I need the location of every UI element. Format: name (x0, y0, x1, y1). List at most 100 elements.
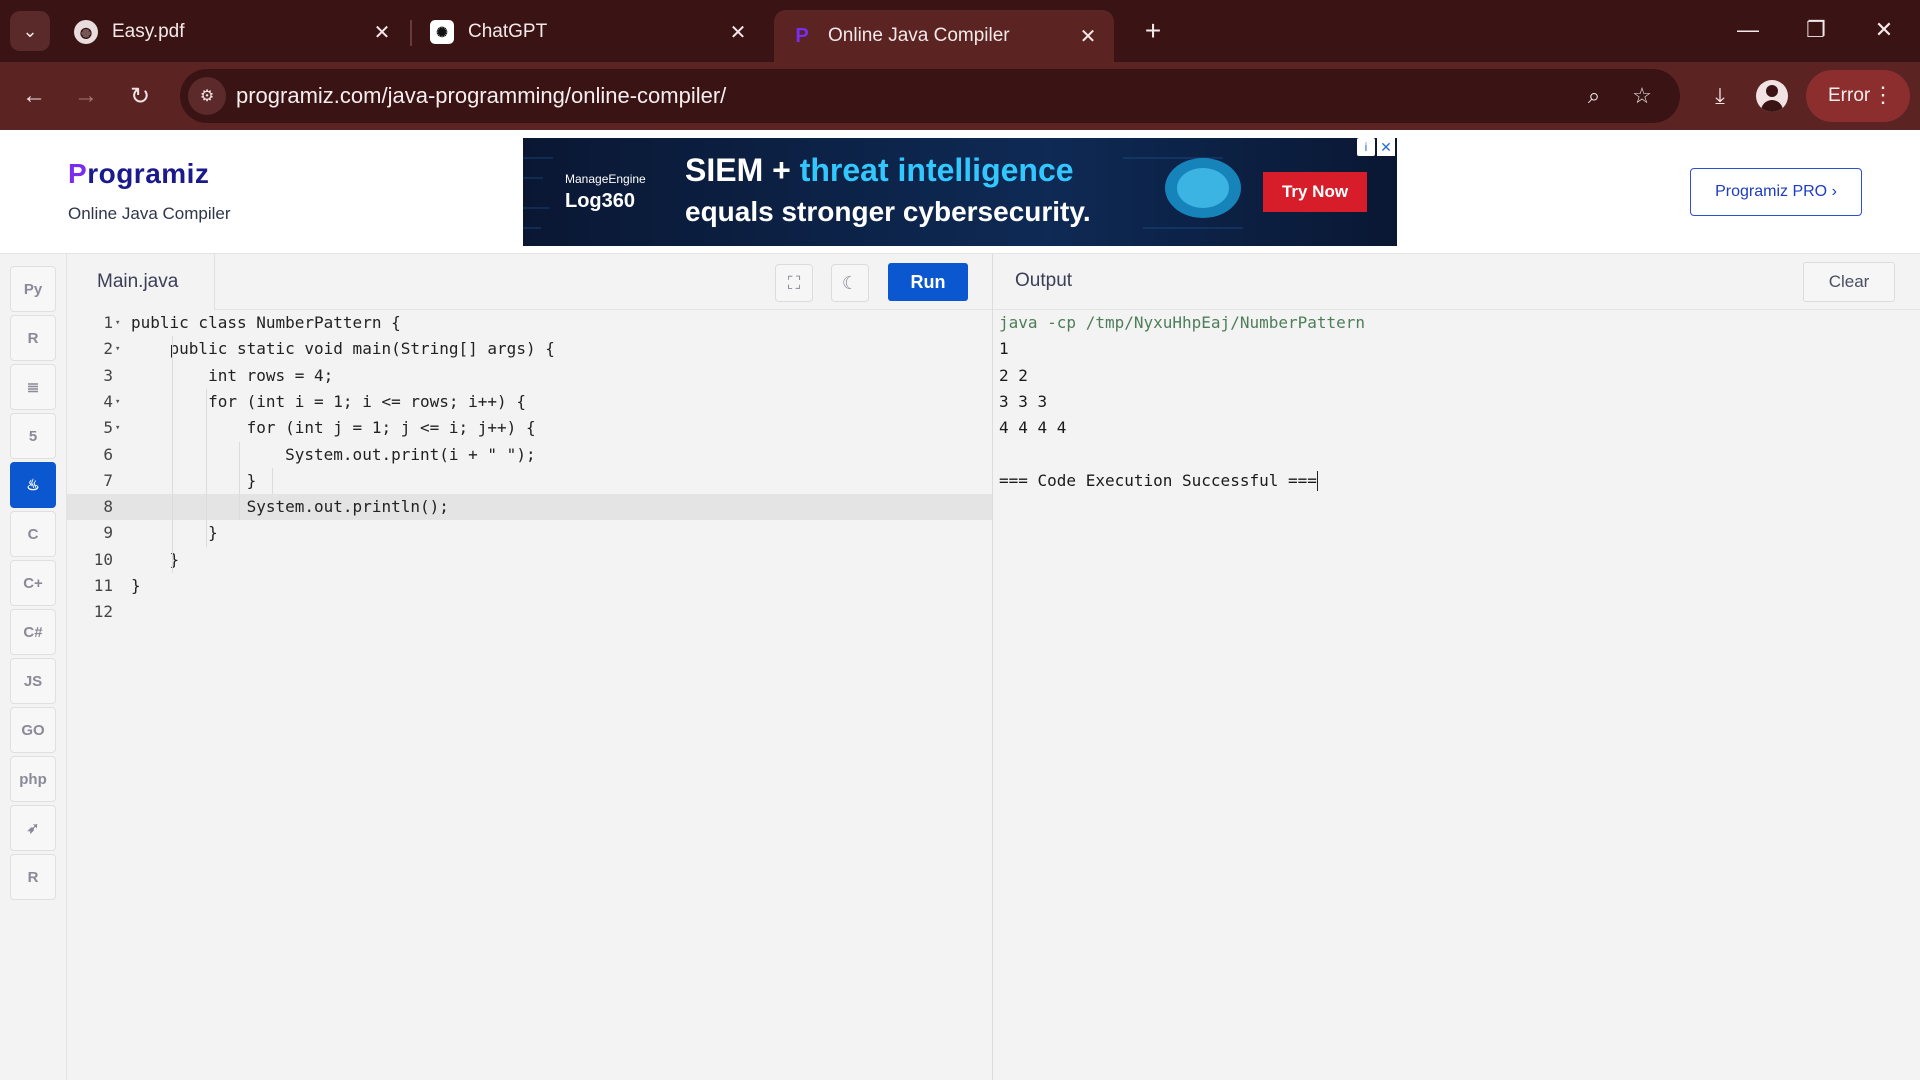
file-tab-main-java[interactable]: Main.java (67, 254, 215, 310)
line-number: 12 (93, 602, 113, 622)
cpp-language-icon[interactable]: C+ (10, 560, 56, 606)
programiz-icon: P (795, 24, 809, 47)
close-tab-icon[interactable]: ✕ (724, 18, 752, 46)
site-header: Programiz Online Java Compiler ManageEng… (0, 130, 1920, 254)
line-number: 4 (103, 391, 113, 411)
programiz-logo[interactable]: Programiz (68, 158, 209, 190)
close-window-icon[interactable]: ✕ (1862, 12, 1906, 48)
menu-kebab-icon: ⋮ (1872, 82, 1894, 107)
page-subtitle: Online Java Compiler (68, 204, 231, 223)
bookmark-star-icon[interactable]: ☆ (1626, 80, 1658, 112)
output-line: 1 (999, 339, 1009, 359)
line-number: 3 (103, 365, 113, 385)
go-language-icon[interactable]: GO (10, 707, 56, 753)
output-console[interactable]: java -cp /tmp/NyxuHhpEaj/NumberPattern 1… (993, 310, 1920, 1080)
code-line[interactable]: 10 } (67, 547, 992, 573)
run-button[interactable]: Run (888, 263, 968, 301)
code-text: public class NumberPattern { (131, 313, 401, 332)
line-number: 8 (103, 497, 113, 517)
browser-tab-strip: ⌄ ◍ Easy.pdf ✕ ✺ ChatGPT ✕ P Online Java… (0, 0, 1920, 62)
restore-icon[interactable]: ❐ (1794, 12, 1838, 48)
ad-brand: ManageEngine (565, 172, 646, 186)
tab-title: Online Java Compiler (828, 25, 1010, 46)
ad-try-now-button[interactable]: Try Now (1263, 172, 1367, 212)
new-tab-button[interactable]: + (1136, 14, 1170, 48)
fold-arrow-icon[interactable]: ▾ (115, 310, 125, 336)
code-line[interactable]: 3 int rows = 4; (67, 363, 992, 389)
ad-close-icon[interactable]: ✕ (1377, 138, 1395, 156)
code-text: System.out.print(i + " "); (131, 444, 536, 464)
code-text: } (131, 576, 141, 595)
code-text: } (131, 470, 257, 490)
ad-info-icon[interactable]: i (1357, 138, 1375, 156)
code-text: public static void main(String[] args) { (131, 339, 555, 359)
browser-tab-chatgpt[interactable]: ✺ ChatGPT ✕ (414, 10, 764, 54)
code-line[interactable]: 12 (67, 599, 992, 625)
fold-arrow-icon[interactable]: ▾ (115, 389, 125, 415)
ad-banner[interactable]: ManageEngine Log360 SIEM + threat intell… (523, 138, 1397, 246)
programiz-pro-button[interactable]: Programiz PRO › (1690, 168, 1862, 216)
tab-search-dropdown-icon[interactable]: ⌄ (10, 11, 50, 51)
html-language-icon[interactable]: 5 (10, 413, 56, 459)
profile-error-button[interactable]: Error ⋮ (1806, 70, 1910, 122)
globe-icon: ◍ (74, 20, 98, 44)
line-number: 2 (103, 339, 113, 359)
tab-title: ChatGPT (468, 21, 548, 42)
output-line: 3 3 3 (999, 391, 1048, 411)
fold-arrow-icon[interactable]: ▾ (115, 415, 125, 441)
indent-guide (206, 388, 207, 547)
site-settings-icon[interactable]: ⚙ (188, 77, 226, 115)
line-number: 9 (103, 523, 113, 543)
close-tab-icon[interactable]: ✕ (368, 18, 396, 46)
ad-product: Log360 (565, 190, 636, 212)
download-icon[interactable]: ⤓ (1700, 76, 1740, 116)
line-number: 5 (103, 418, 113, 438)
browser-tab-easy-pdf[interactable]: ◍ Easy.pdf ✕ (58, 10, 408, 54)
browser-tab-online-java-compiler[interactable]: P Online Java Compiler ✕ (774, 10, 1114, 62)
line-number: 10 (93, 549, 113, 569)
tab-separator (410, 20, 412, 46)
code-line[interactable]: 1 ▾ public class NumberPattern { (67, 310, 992, 336)
php-language-icon[interactable]: php (10, 756, 56, 802)
code-text: System.out.println(); (131, 497, 449, 517)
text-cursor (1316, 471, 1318, 492)
clear-button[interactable]: Clear (1803, 262, 1895, 302)
url-text[interactable]: programiz.com/java-programming/online-co… (236, 83, 726, 109)
minimize-icon[interactable]: — (1726, 12, 1770, 48)
dark-mode-moon-icon[interactable]: ☾ (831, 264, 869, 302)
rust-language-icon[interactable]: R (10, 854, 56, 900)
line-number: 1 (103, 313, 113, 332)
swift-language-icon[interactable]: ➶ (10, 805, 56, 851)
line-number: 11 (93, 576, 113, 595)
javascript-language-icon[interactable]: JS (10, 658, 56, 704)
profile-error-label: Error (1828, 85, 1871, 106)
forward-icon[interactable]: → (66, 76, 106, 116)
output-command: java -cp /tmp/NyxuHhpEaj/NumberPattern (999, 313, 1366, 332)
code-line[interactable]: 11} (67, 573, 992, 599)
line-number: 7 (103, 470, 113, 490)
code-line[interactable]: 2 ▾ public static void main(String[] args… (67, 336, 992, 362)
back-icon[interactable]: ← (14, 76, 54, 116)
fullscreen-icon[interactable]: ⛶ (775, 264, 813, 302)
code-editor[interactable]: 1 ▾ public class NumberPattern {2 ▾ public … (67, 310, 992, 1080)
sql-language-icon[interactable]: ≣ (10, 364, 56, 410)
java-language-icon[interactable]: ♨ (10, 462, 56, 508)
profile-avatar-icon[interactable] (1756, 80, 1788, 112)
output-line: 4 4 4 4 (999, 418, 1067, 438)
zoom-icon[interactable]: ⌕ (1578, 80, 1610, 112)
address-bar[interactable]: ⚙ programiz.com/java-programming/online-… (180, 69, 1680, 123)
python-language-icon[interactable]: Py (10, 266, 56, 312)
code-text: int rows = 4; (131, 365, 334, 385)
indent-guide (172, 336, 173, 573)
reload-icon[interactable]: ↻ (120, 76, 160, 116)
editor-header: Main.java ⛶ ☾ Run (67, 254, 992, 310)
csharp-language-icon[interactable]: C# (10, 609, 56, 655)
ad-tagline: equals stronger cybersecurity. (685, 196, 1091, 227)
fold-arrow-icon[interactable]: ▾ (115, 336, 125, 362)
c-language-icon[interactable]: C (10, 511, 56, 557)
output-line: === Code Execution Successful === (999, 470, 1318, 492)
r-language-icon[interactable]: R (10, 315, 56, 361)
output-header: Output Clear (993, 254, 1920, 310)
close-tab-icon[interactable]: ✕ (1074, 22, 1102, 50)
language-rail: Py R ≣ 5 ♨ C C+ C# JS GO php ➶ R (0, 254, 67, 1080)
